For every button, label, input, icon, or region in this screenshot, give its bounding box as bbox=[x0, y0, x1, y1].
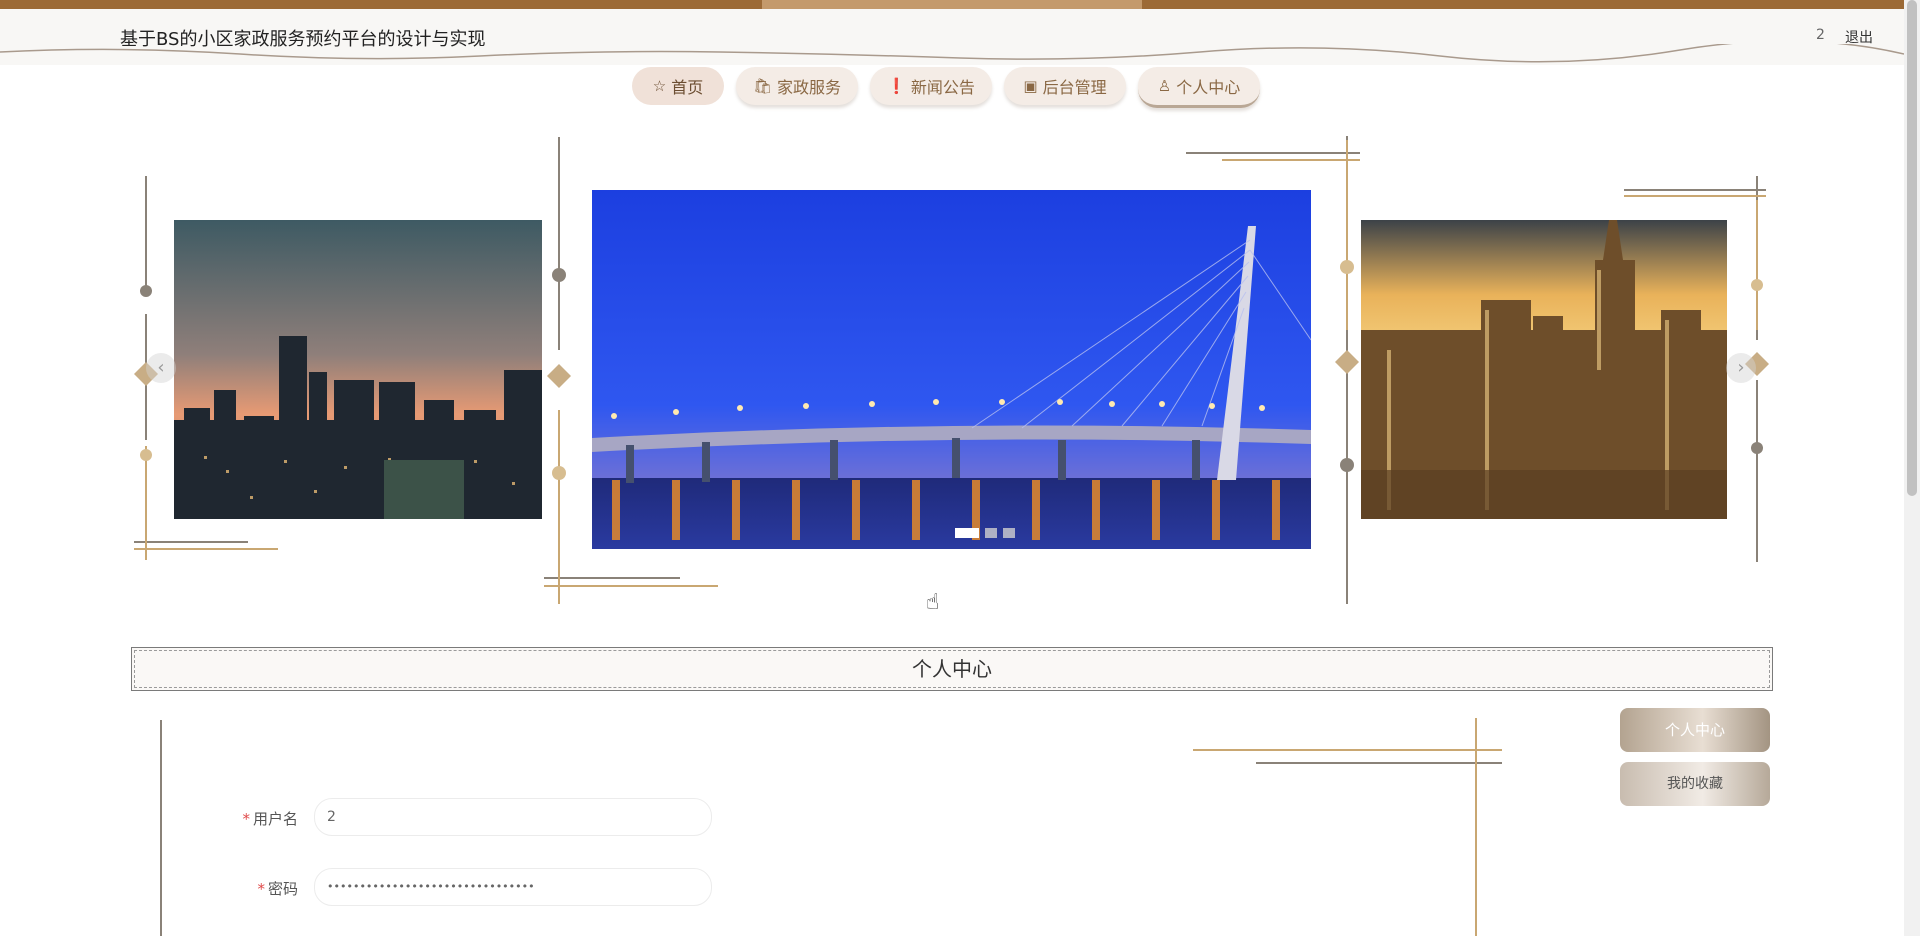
password-field[interactable]: •••••••••••••••••••••••••••••••• bbox=[314, 868, 712, 906]
nav-profile[interactable]: ♙ 个人中心 bbox=[1138, 67, 1260, 108]
nav-news-label: 新闻公告 bbox=[910, 78, 975, 97]
profile-menu-button[interactable]: 个人中心 bbox=[1620, 708, 1770, 752]
nav-admin[interactable]: ▣ 后台管理 bbox=[1004, 67, 1126, 105]
carousel-slide-right[interactable] bbox=[1361, 220, 1727, 519]
password-label: * 密码 bbox=[257, 880, 298, 898]
page-scrollbar[interactable] bbox=[1904, 0, 1920, 936]
city-golden-image bbox=[1361, 220, 1727, 519]
nav-housekeeping[interactable]: 🛍 家政服务 bbox=[736, 67, 858, 105]
carousel-next-arrow[interactable]: › bbox=[1726, 353, 1756, 383]
user-icon: ♙ bbox=[1157, 77, 1172, 95]
current-user: 2 bbox=[1816, 27, 1825, 43]
nav-news[interactable]: ❗ 新闻公告 bbox=[870, 67, 992, 105]
carousel-slide-center[interactable] bbox=[592, 190, 1311, 549]
carousel-slide-left[interactable] bbox=[174, 220, 542, 519]
favorites-menu-button[interactable]: 我的收藏 bbox=[1620, 762, 1770, 806]
username-label: * 用户名 bbox=[242, 810, 298, 828]
username-field[interactable] bbox=[314, 798, 712, 836]
nav-home-label: 首页 bbox=[671, 78, 704, 97]
nav-profile-label: 个人中心 bbox=[1176, 78, 1241, 97]
top-accent-bar bbox=[0, 0, 1920, 9]
section-title: 个人中心 bbox=[131, 647, 1773, 691]
mouse-cursor-icon: ☝ bbox=[926, 590, 940, 615]
shopping-bag-icon: 🛍 bbox=[752, 77, 773, 95]
carousel-dot-2[interactable] bbox=[985, 528, 997, 538]
city-dusk-image bbox=[174, 220, 542, 519]
carousel-indicators bbox=[955, 528, 1015, 538]
carousel-prev-arrow[interactable]: ‹ bbox=[146, 353, 176, 383]
carousel-dot-1[interactable] bbox=[955, 528, 979, 538]
carousel-dot-3[interactable] bbox=[1003, 528, 1015, 538]
scrollbar-thumb[interactable] bbox=[1907, 0, 1917, 496]
nav-home[interactable]: ☆ 首页 bbox=[632, 67, 724, 105]
bridge-night-image bbox=[592, 190, 1311, 549]
star-icon: ☆ bbox=[652, 77, 667, 95]
nav-admin-label: 后台管理 bbox=[1042, 78, 1107, 97]
logout-link[interactable]: 退出 bbox=[1845, 27, 1873, 47]
nav-housekeeping-label: 家政服务 bbox=[777, 78, 842, 97]
briefcase-icon: ▣ bbox=[1023, 77, 1038, 95]
site-title: 基于BS的小区家政服务预约平台的设计与实现 bbox=[120, 29, 486, 50]
notice-icon: ❗ bbox=[887, 77, 906, 95]
